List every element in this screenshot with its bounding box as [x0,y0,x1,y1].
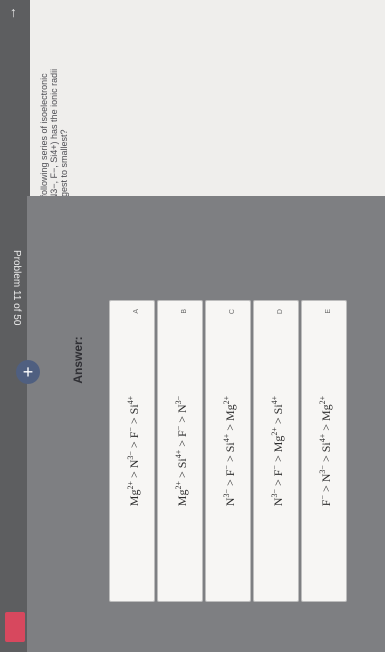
choice-letter: B [181,309,188,314]
choice-formula: F− > N3− > Si4+ > Mg2+ [318,395,333,507]
choice-formula: N3− > F− > Mg2+ > Si4+ [270,395,285,507]
problem-counter: Problem 11 of 50 [11,250,22,326]
rotated-screen: ← Problem 11 of 50 Which of the followin… [0,0,385,652]
choice-formula: Mg2+ > Si4+ > F− > N3− [174,395,189,507]
answer-choice-e[interactable]: E F− > N3− > Si4+ > Mg2+ [301,300,347,602]
choice-letter: E [325,309,332,314]
close-button[interactable] [5,612,25,642]
answer-choice-a[interactable]: A Mg2+ > N3− > F− > Si4+ [109,300,155,602]
answer-heading: Answer: [71,336,85,384]
answer-choice-d[interactable]: D N3− > F− > Mg2+ > Si4+ [253,300,299,602]
top-bar: ← Problem 11 of 50 [0,0,30,652]
back-arrow-icon[interactable]: ← [4,6,28,20]
choice-formula: N3− > F− > Si4+ > Mg2+ [222,395,237,507]
answer-choice-b[interactable]: B Mg2+ > Si4+ > F− > N3− [157,300,203,602]
choice-letter: C [229,309,236,315]
choice-letter: D [277,309,284,315]
choice-letter: A [133,309,140,314]
answer-choice-c[interactable]: C N3− > F− > Si4+ > Mg2+ [205,300,251,602]
add-button[interactable]: + [16,360,40,384]
choice-formula: Mg2+ > N3− > F− > Si4+ [126,395,141,507]
